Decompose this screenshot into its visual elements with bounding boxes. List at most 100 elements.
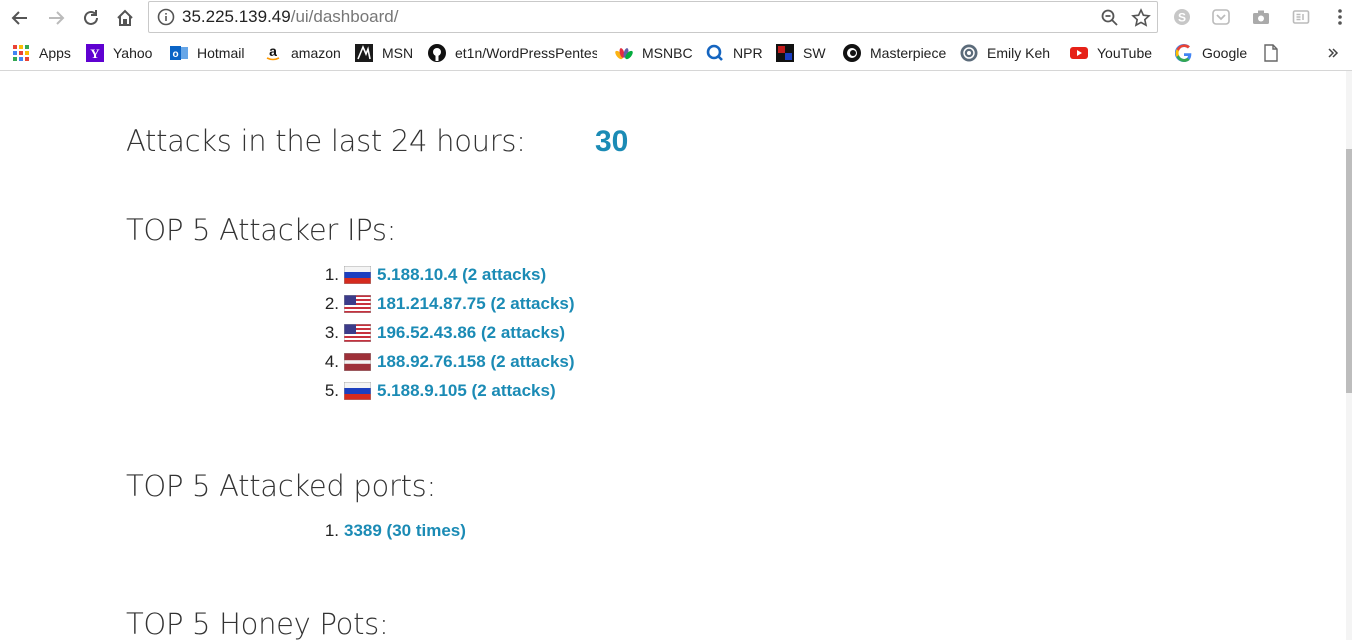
bookmark-masterpiece[interactable]: Masterpiece [843,36,946,70]
list-item: 1. 3389 (30 times) [300,516,466,545]
bookmark-label: Yahoo [113,45,153,61]
url-path: /ui/dashboard/ [290,7,399,26]
reader-extension-icon[interactable] [1290,6,1312,28]
attacks-label: Attacks in the last 24 hours: [126,124,526,158]
zoom-icon[interactable] [1099,7,1121,29]
yahoo-icon: Y [86,44,104,62]
list-number: 1. [324,520,339,540]
attacker-ip-link[interactable]: 5.188.10.4 (2 attacks) [377,265,546,285]
document-icon [1262,44,1280,62]
attacker-ip-link[interactable]: 5.188.9.105 (2 attacks) [377,381,556,401]
bookmark-msnbc[interactable]: MSNBC [615,36,693,70]
address-bar[interactable]: 35.225.139.49/ui/dashboard/ [148,1,1158,33]
bookmark-label: Emily Keh [987,45,1051,61]
bookmark-label: SW [803,45,826,61]
bookmark-apps[interactable]: Apps [12,36,71,70]
bookmark-label: Google [1202,45,1248,61]
top-ports-list: 1. 3389 (30 times) [300,516,466,545]
back-arrow-icon [11,11,27,25]
attacks-count: 30 [595,125,629,158]
info-icon[interactable] [157,8,175,26]
attacker-ip-link[interactable]: 196.52.43.86 (2 attacks) [377,323,565,343]
pbs-icon [843,44,861,62]
bookmark-label: YouTube [1097,45,1153,61]
sw-icon [776,44,794,62]
emily-icon [960,44,978,62]
pocket-extension-icon[interactable] [1210,6,1232,28]
bookmark-yahoo[interactable]: Y Yahoo [86,36,152,70]
amazon-icon: a [264,44,282,62]
svg-text:a: a [269,44,277,59]
bookmark-youtube[interactable]: YouTube [1070,36,1152,70]
bookmark-emily-keh[interactable]: Emily Keh [960,36,1050,70]
vertical-scrollbar[interactable] [1346,71,1352,640]
reload-button[interactable] [79,6,103,30]
bookmark-document[interactable] [1262,36,1289,70]
page-content: Attacks in the last 24 hours: 30 TOP 5 A… [0,71,1346,640]
bookmark-label: et1n/WordPressPentest [455,45,597,61]
list-number: 4. [324,351,339,371]
list-item: 2. 181.214.87.75 (2 attacks) [300,289,575,318]
honeypots-heading: TOP 5 Honey Pots: [126,607,389,640]
bookmark-google[interactable]: Google [1175,36,1247,70]
bookmark-github[interactable]: et1n/WordPressPentest [428,36,597,70]
bookmark-label: MSNBC [642,45,693,61]
google-icon [1175,44,1193,62]
camera-extension-icon[interactable] [1250,6,1272,28]
list-item: 4. 188.92.76.158 (2 attacks) [300,347,575,376]
svg-text:o: o [172,49,178,60]
bookmark-amazon[interactable]: a amazon [264,36,341,70]
skype-extension-icon[interactable]: S [1171,6,1193,28]
chevron-double-right-icon [1324,44,1342,62]
bookmark-label: Masterpiece [870,45,947,61]
list-number: 2. [324,293,339,313]
list-item: 1. 5.188.10.4 (2 attacks) [300,260,575,289]
bookmark-label: NPR [733,45,763,61]
bookmark-label: MSN [382,45,414,61]
bookmark-hotmail[interactable]: o Hotmail [170,36,244,70]
msn-icon [355,44,373,62]
list-item: 3. 196.52.43.86 (2 attacks) [300,318,575,347]
menu-kebab-icon[interactable] [1329,6,1351,28]
nbc-peacock-icon [615,44,633,62]
apps-grid-icon [12,44,30,62]
scrollbar-thumb[interactable] [1346,149,1352,393]
russia-flag-icon [344,381,371,400]
bookmark-npr[interactable]: NPR [706,36,763,70]
bookmarks-overflow-button[interactable] [1324,36,1351,70]
home-icon [117,9,133,26]
url-host: 35.225.139.49 [182,7,291,26]
bookmark-label: Hotmail [197,45,245,61]
usa-flag-icon [344,294,371,313]
browser-toolbar: 35.225.139.49/ui/dashboard/ S [0,0,1352,36]
svg-text:Y: Y [90,46,100,61]
top-ips-heading: TOP 5 Attacker IPs: [126,213,397,247]
reload-icon [84,10,98,25]
youtube-icon [1070,44,1088,62]
svg-text:S: S [1178,11,1186,25]
list-number: 5. [324,380,339,400]
bookmark-star-icon[interactable] [1130,7,1152,29]
forward-button[interactable] [44,6,68,30]
outlook-icon: o [170,44,188,62]
bookmark-label: Apps [39,45,71,61]
bookmark-label: amazon [291,45,341,61]
attacker-ip-link[interactable]: 181.214.87.75 (2 attacks) [377,294,575,314]
url-text[interactable]: 35.225.139.49/ui/dashboard/ [182,7,398,27]
top-ips-list: 1. 5.188.10.4 (2 attacks) 2. 181.214.87.… [300,260,575,405]
bookmark-sw[interactable]: SW [776,36,826,70]
list-number: 1. [324,264,339,284]
list-number: 3. [324,322,339,342]
home-button[interactable] [113,6,137,30]
list-item: 5. 5.188.9.105 (2 attacks) [300,376,575,405]
top-ports-heading: TOP 5 Attacked ports: [126,469,436,503]
bookmark-msn[interactable]: MSN [355,36,413,70]
latvia-flag-icon [344,352,371,371]
back-button[interactable] [8,6,32,30]
attacked-port-link[interactable]: 3389 (30 times) [344,521,466,541]
npr-icon [706,44,724,62]
bookmarks-bar: Apps Y Yahoo o Hotmail a amazon MSN et1n… [0,36,1352,71]
attacker-ip-link[interactable]: 188.92.76.158 (2 attacks) [377,352,575,372]
usa-flag-icon [344,323,371,342]
github-icon [428,44,446,62]
